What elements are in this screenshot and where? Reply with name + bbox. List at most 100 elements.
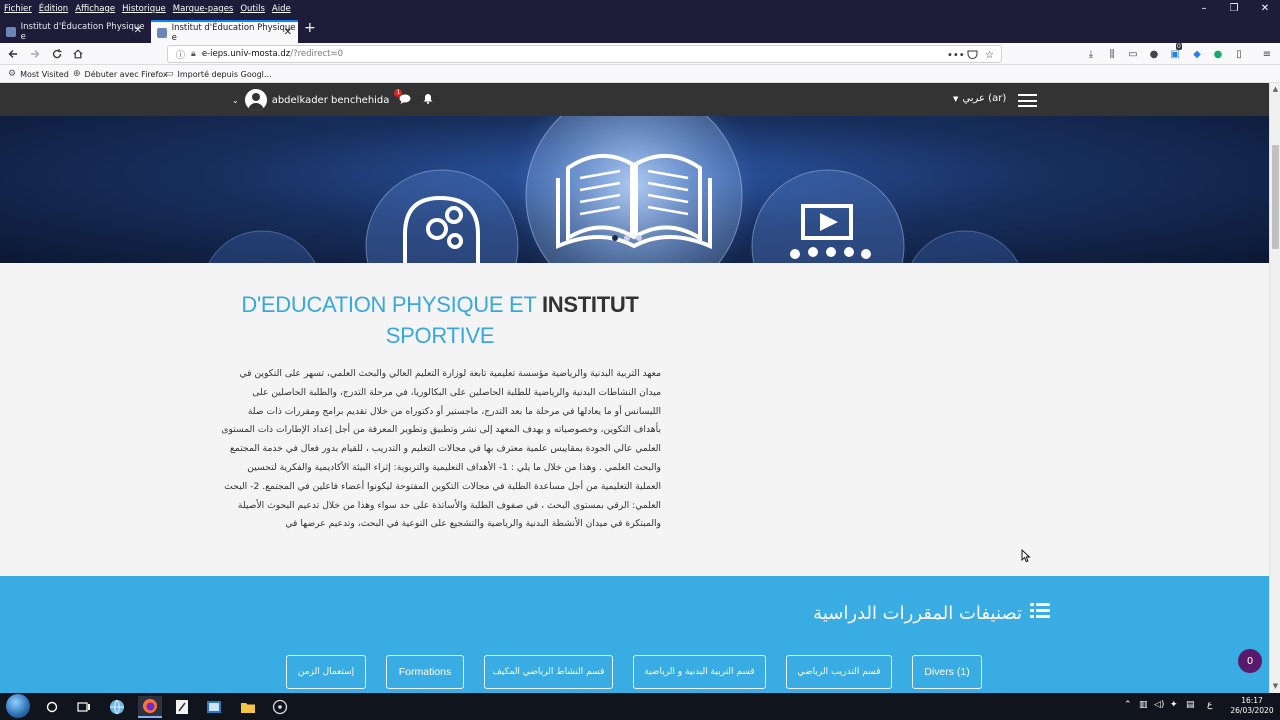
user-name[interactable]: abdelkader benchehida xyxy=(272,95,390,106)
search-circle-icon[interactable] xyxy=(41,696,63,718)
caret-down-icon: ▼ xyxy=(953,94,959,103)
bookmark-label: Débuter avec Firefox xyxy=(84,69,168,79)
chevron-down-icon[interactable]: ⌄ xyxy=(232,96,239,105)
tab-institut-1[interactable]: Institut d'Éducation Physique e ✕ xyxy=(0,20,148,43)
firefox-icon[interactable] xyxy=(138,696,162,718)
hero-banner-carousel[interactable] xyxy=(0,116,1269,263)
bookmark-firefox[interactable]: ⊕ Débuter avec Firefox xyxy=(73,69,168,79)
chat-notification-bubble[interactable]: 0 xyxy=(1238,649,1262,673)
extension-page-icon[interactable]: ▯ xyxy=(1232,47,1246,61)
carousel-dot[interactable] xyxy=(612,235,618,241)
bell-icon[interactable] xyxy=(423,93,433,107)
about-section: D'EDUCATION PHYSIQUE ET INSTITUT SPORTIV… xyxy=(0,263,1269,576)
notes-app-icon[interactable] xyxy=(171,696,193,718)
page-scrollbar[interactable]: ▲ ▼ xyxy=(1269,83,1280,693)
reload-icon[interactable] xyxy=(48,45,66,63)
extension-badge: 0 xyxy=(1176,43,1182,50)
menu-affichage[interactable]: Affichage xyxy=(75,4,115,14)
pocket-icon[interactable] xyxy=(967,46,978,64)
site-info-icon[interactable]: ⓘ xyxy=(176,48,185,61)
page-actions-icon[interactable]: ••• xyxy=(947,46,965,64)
windows-taskbar: ⌃ ▥ ◁) ✦ ▤ ع 16:17 26/03/2020 xyxy=(0,693,1280,720)
scroll-up-arrow-icon[interactable]: ▲ xyxy=(1271,85,1280,94)
hamburger-menu-icon[interactable] xyxy=(1018,94,1037,107)
tab-title: Institut d'Éducation Physique e xyxy=(171,22,296,43)
grammarly-icon[interactable]: ● xyxy=(1211,47,1225,61)
close-window-button[interactable]: ✕ xyxy=(1250,0,1280,17)
scroll-down-arrow-icon[interactable]: ▼ xyxy=(1271,682,1280,691)
download-icon[interactable]: ⤓ xyxy=(1084,47,1098,61)
category-divers-button[interactable]: Divers (1) xyxy=(912,655,982,689)
category-physical-education-button[interactable]: قسم التربية البدنية و الرياضية xyxy=(633,655,766,689)
volume-icon[interactable]: ◁) xyxy=(1154,700,1164,710)
task-view-icon[interactable] xyxy=(73,696,95,718)
insecure-lock-icon[interactable]: 🔒︎ xyxy=(191,49,196,59)
course-categories-section: تصنيفات المقررات الدراسية Divers (1) قسم… xyxy=(0,576,1269,693)
menu-outils[interactable]: Outils xyxy=(240,4,265,14)
bookmark-imported-folder[interactable]: ▭ Importé depuis Googl... xyxy=(165,69,272,79)
tray-chevron-up-icon[interactable]: ⌃ xyxy=(1124,700,1132,710)
user-menu[interactable]: ⌄ abdelkader benchehida 1 xyxy=(232,88,433,111)
sidebar-icon[interactable]: ▭ xyxy=(1126,47,1140,61)
category-sport-training-button[interactable]: قسم التدريب الرياضي xyxy=(786,655,892,689)
network-icon[interactable]: ▥ xyxy=(1139,700,1148,710)
page-viewport: ⌄ abdelkader benchehida 1 ▼ عربي ‎(ar)‎ xyxy=(0,83,1269,693)
clock-time: 16:17 xyxy=(1241,696,1263,705)
browser-globe-icon[interactable] xyxy=(106,696,128,718)
open-menu-icon[interactable]: ≡ xyxy=(1260,47,1274,61)
home-icon[interactable] xyxy=(69,45,87,63)
system-clock[interactable]: 16:17 26/03/2020 xyxy=(1228,696,1276,716)
tab-close-icon[interactable]: ✕ xyxy=(134,25,142,36)
scrollbar-thumb[interactable] xyxy=(1272,145,1279,249)
tab-title: Institut d'Éducation Physique e xyxy=(20,21,145,42)
category-timetable-button[interactable]: إستعمال الزمن xyxy=(286,655,366,689)
folder-icon: ▭ xyxy=(165,69,174,79)
category-adapted-sport-button[interactable]: قسم النشاط الرياضي المكيف xyxy=(484,655,613,689)
bookmark-most-visited[interactable]: ⚙ Most Visited xyxy=(8,69,69,79)
title-light: D'EDUCATION PHYSIQUE ET xyxy=(241,292,537,317)
globe-icon: ⊕ xyxy=(73,69,81,79)
language-selector[interactable]: ▼ عربي ‎(ar)‎ xyxy=(953,93,1006,104)
avatar[interactable] xyxy=(244,89,267,111)
site-header: ⌄ abdelkader benchehida 1 ▼ عربي ‎(ar)‎ xyxy=(0,83,1269,116)
menu-edition[interactable]: Édition xyxy=(39,4,68,14)
about-title: D'EDUCATION PHYSIQUE ET INSTITUT SPORTIV… xyxy=(220,289,660,351)
media-app-icon[interactable] xyxy=(269,696,291,718)
url-path: /?redirect=0 xyxy=(290,49,343,59)
library-icon[interactable]: ⫼ xyxy=(1105,47,1119,61)
about-description: معهد التربية البدنية والرياضية مؤسسة تعل… xyxy=(221,368,661,530)
language-indicator[interactable]: ع xyxy=(1207,700,1212,710)
category-formations-button[interactable]: Formations xyxy=(386,655,464,689)
menu-marque-pages[interactable]: Marque-pages xyxy=(173,4,234,14)
action-center-icon[interactable]: ▤ xyxy=(1186,700,1195,710)
tab-close-icon[interactable]: ✕ xyxy=(284,27,292,38)
menu-aide[interactable]: Aide xyxy=(272,4,291,14)
forward-arrow-icon[interactable] xyxy=(26,45,44,63)
list-icon xyxy=(1030,602,1050,624)
minimize-button[interactable]: – xyxy=(1189,0,1219,17)
extension-diamond-icon[interactable]: ◆ xyxy=(1190,47,1204,61)
start-button-icon[interactable] xyxy=(6,694,30,718)
new-tab-button[interactable]: + xyxy=(304,20,316,36)
clock-date: 26/03/2020 xyxy=(1230,706,1274,715)
carousel-dot[interactable] xyxy=(624,235,630,241)
site-favicon-icon xyxy=(157,27,167,38)
extension-badge-icon[interactable]: ▣ 0 xyxy=(1168,43,1182,61)
restore-button[interactable]: ❐ xyxy=(1219,0,1249,17)
menu-historique[interactable]: Historique xyxy=(122,4,166,14)
url-bar[interactable]: ⓘ 🔒︎ e-ieps.univ-mosta.dz/?redirect=0 ••… xyxy=(167,45,1002,63)
account-icon[interactable]: ● xyxy=(1147,47,1161,61)
carousel-dot[interactable] xyxy=(636,235,642,241)
gear-icon: ⚙ xyxy=(8,69,17,79)
word-processor-icon[interactable] xyxy=(203,696,225,718)
bookmarks-bar: ⚙ Most Visited ⊕ Débuter avec Firefox ▭ … xyxy=(0,65,1280,83)
back-arrow-icon[interactable] xyxy=(4,45,22,63)
dropbox-icon[interactable]: ✦ xyxy=(1170,700,1178,710)
messages-icon[interactable]: 1 xyxy=(394,88,411,107)
menu-fichier[interactable]: Fichier xyxy=(4,4,32,14)
tab-institut-2-active[interactable]: Institut d'Éducation Physique e ✕ xyxy=(151,20,298,43)
categories-title-text: تصنيفات المقررات الدراسية xyxy=(813,602,1022,624)
bookmark-star-icon[interactable]: ☆ xyxy=(985,46,994,64)
file-explorer-icon[interactable] xyxy=(237,696,259,718)
browser-menubar: Fichier Édition Affichage Historique Mar… xyxy=(0,0,1280,17)
